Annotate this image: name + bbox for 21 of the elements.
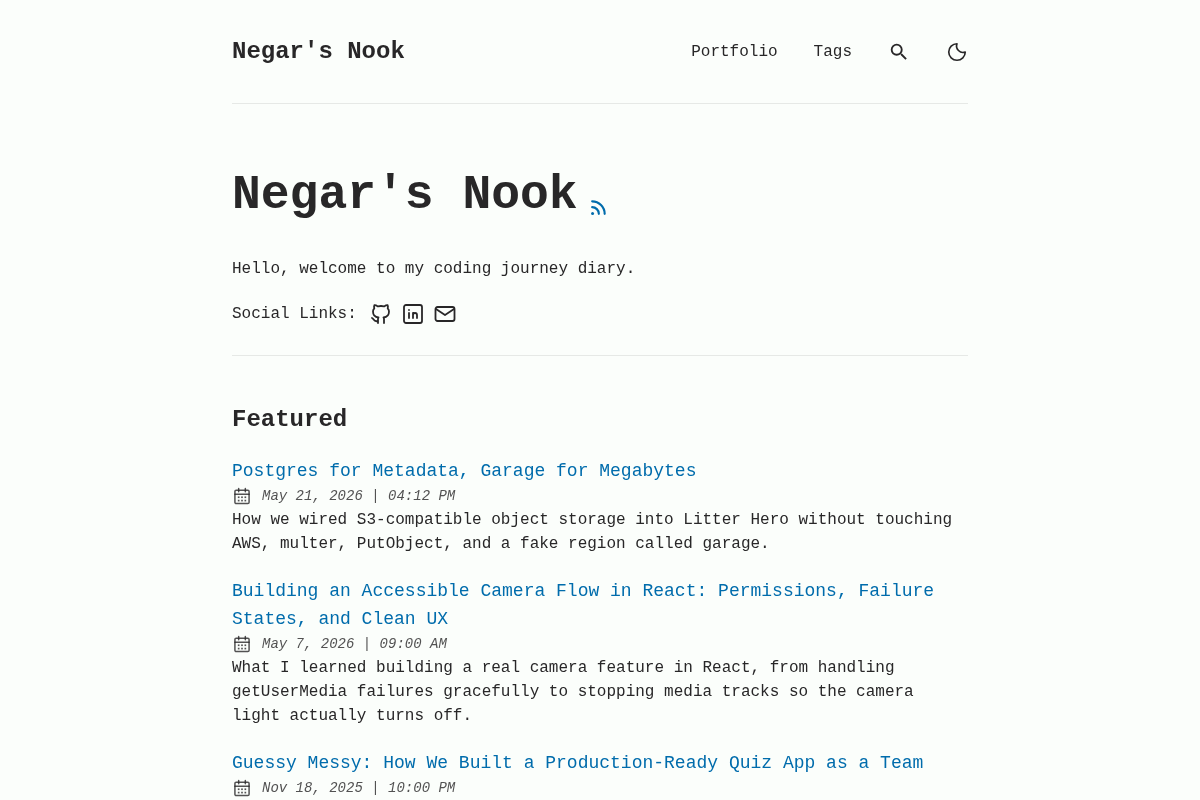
post-date: May 21, 2026 | 04:12 PM <box>262 487 456 505</box>
calendar-icon <box>232 778 252 798</box>
moon-icon[interactable] <box>946 40 968 63</box>
nav-link[interactable]: Portfolio <box>691 39 778 64</box>
post-description: How we wired S3-compatible object storage into Litter Hero without touching AWS, multer, PutObject, and a fake region called garage. <box>232 510 954 555</box>
post-date: Nov 18, 2025 | 10:00 PM <box>262 779 456 797</box>
featured-heading: Featured <box>232 405 349 435</box>
site-title[interactable]: Negar's Nook <box>232 39 405 64</box>
calendar-icon <box>232 486 252 506</box>
post-title-link[interactable]: Guessy Messy: How We Built a Production-Ready Quiz App as a Team <box>232 749 924 777</box>
social-links-label: Social Links: <box>232 304 357 325</box>
nav-link[interactable]: Tags <box>813 39 852 64</box>
linkedin-icon[interactable] <box>400 302 425 326</box>
post-date: May 7, 2026 | 09:00 AM <box>262 635 447 653</box>
github-icon[interactable] <box>368 302 393 326</box>
intro-text: Hello, welcome to my coding journey diary. <box>232 259 637 280</box>
hero-heading: Negar's Nook <box>232 167 578 224</box>
calendar-icon <box>232 634 252 654</box>
post-title-link[interactable]: Postgres for Metadata, Garage for Megabytes <box>232 457 697 485</box>
post-description: What I learned building a real camera feature in React, from handling getUserMedia failures gracefully to stopping media tracks so the camera light actually turns off. <box>232 658 915 727</box>
post-title-link[interactable]: Building an Accessible Camera Flow in React: Permissions, Failure States, and Clean UX <box>232 577 968 633</box>
